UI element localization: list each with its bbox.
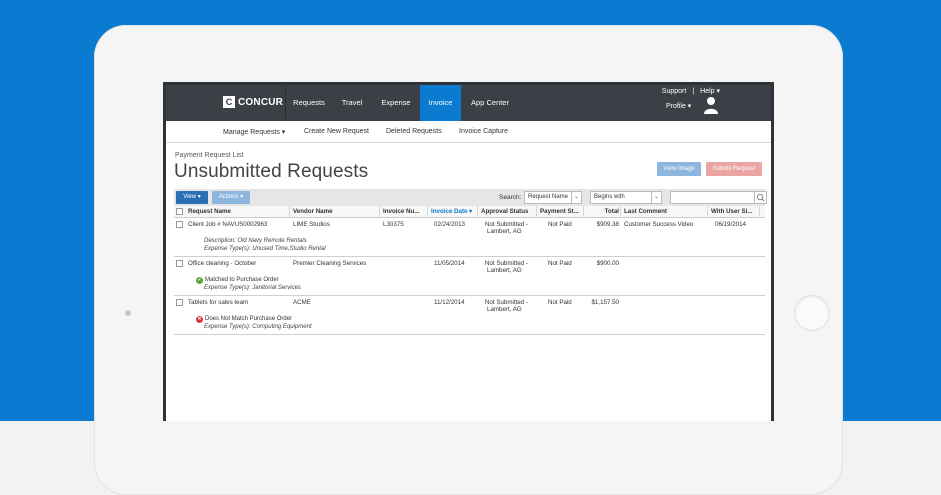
cell-payment-status: Not Paid — [548, 260, 572, 267]
column-separator — [536, 206, 537, 218]
help-menu[interactable]: Help ▾ — [700, 88, 720, 95]
app-screen: C CONCUR Requests Travel Expense Invoice… — [163, 82, 774, 421]
concur-logo[interactable]: C CONCUR — [223, 96, 283, 108]
top-nav: C CONCUR Requests Travel Expense Invoice… — [166, 85, 771, 121]
column-separator — [759, 206, 760, 218]
col-request-name[interactable]: Request Name — [188, 208, 288, 215]
table-row[interactable]: Tablets for sales team ACME 11/12/2014 N… — [174, 296, 765, 335]
po-match-status: Matched to Purchase Order — [205, 277, 279, 283]
col-with-user-since[interactable]: With User Si... — [711, 208, 759, 215]
col-last-comment[interactable]: Last Comment — [624, 208, 706, 215]
cell-invoice-date: 11/05/2014 — [434, 260, 465, 267]
home-button-icon — [794, 295, 830, 331]
cell-request-name[interactable]: Office cleaning - October — [188, 260, 256, 267]
view-button[interactable]: View ▾ — [176, 191, 208, 204]
column-separator — [583, 206, 584, 218]
subnav-create-new-request[interactable]: Create New Request — [304, 128, 369, 135]
row-expense-types: Expense Type(s): Janitorial Services — [204, 285, 301, 291]
cell-vendor-name: ACME — [293, 299, 311, 306]
match-mode-value: Begins with — [594, 194, 625, 200]
cell-approver: Lambert, AG — [487, 228, 522, 235]
concur-logo-icon: C — [223, 96, 235, 108]
cell-approver: Lambert, AG — [487, 306, 522, 313]
table-row[interactable]: Client Job # NAVUS0002963 LIME Studios L… — [174, 218, 765, 257]
col-invoice-date[interactable]: Invoice Date ▾ — [431, 208, 476, 215]
col-invoice-number[interactable]: Invoice Nu... — [383, 208, 425, 215]
breadcrumb[interactable]: Payment Request List — [175, 152, 243, 159]
column-separator — [379, 206, 380, 218]
column-separator — [477, 206, 478, 218]
cell-vendor-name: Premier Cleaning Services — [293, 260, 367, 267]
cell-approval-status: Not Submitted - — [485, 299, 528, 306]
cell-invoice-date: 02/24/2013 — [434, 221, 465, 228]
cell-invoice-number: L30375 — [383, 221, 404, 228]
logo-text: CONCUR — [238, 96, 284, 108]
page-title: Unsubmitted Requests — [174, 161, 369, 182]
row-description: Description: Old Navy Remote Rentals — [204, 238, 307, 244]
col-approval-status[interactable]: Approval Status — [481, 208, 536, 215]
col-vendor-name[interactable]: Vendor Name — [293, 208, 377, 215]
cell-request-name[interactable]: Client Job # NAVUS0002963 — [188, 221, 267, 228]
po-match-status: Does Not Match Purchase Order — [205, 316, 293, 322]
cell-total: $909.38 — [596, 221, 619, 228]
cell-total: $900.00 — [596, 260, 619, 267]
sub-nav: Manage Requests ▾ Create New Request Del… — [166, 121, 771, 143]
nav-expense[interactable]: Expense — [372, 85, 420, 121]
camera-icon — [125, 310, 131, 316]
error-x-icon: ✕ — [196, 316, 203, 323]
row-checkbox[interactable] — [176, 299, 183, 306]
user-avatar-icon[interactable] — [703, 96, 719, 114]
cell-approval-status: Not Submitted - — [485, 260, 528, 267]
cell-payment-status: Not Paid — [548, 221, 572, 228]
actions-button[interactable]: Actions ▾ — [212, 191, 250, 204]
check-icon: ✓ — [196, 277, 203, 284]
cell-vendor-name: LIME Studios — [293, 221, 330, 228]
column-separator — [707, 206, 708, 218]
chevron-down-icon: ⌄ — [651, 192, 661, 203]
search-field-select[interactable]: Request Name ⌄ — [524, 191, 582, 204]
subnav-manage-requests[interactable]: Manage Requests ▾ — [223, 128, 285, 136]
cell-request-name[interactable]: Tablets for sales team — [188, 299, 248, 306]
select-all-checkbox[interactable] — [176, 208, 183, 215]
top-links: Support | Help ▾ — [659, 87, 723, 95]
profile-menu[interactable]: Profile ▾ — [666, 102, 691, 110]
top-links-separator: | — [692, 88, 695, 95]
table-header: Request Name Vendor Name Invoice Nu... I… — [174, 206, 765, 218]
match-mode-select[interactable]: Begins with ⌄ — [590, 191, 662, 204]
row-checkbox[interactable] — [176, 221, 183, 228]
cell-last-comment: Customer Success Video — [624, 221, 694, 228]
subnav-invoice-capture[interactable]: Invoice Capture — [459, 128, 508, 135]
col-total[interactable]: Total — [587, 208, 619, 215]
col-payment-status[interactable]: Payment St... — [540, 208, 582, 215]
search-icon[interactable] — [754, 192, 766, 203]
support-link[interactable]: Support — [662, 88, 687, 95]
chevron-down-icon: ⌄ — [571, 192, 581, 203]
submit-request-button[interactable]: Submit Request — [706, 162, 762, 176]
search-input[interactable] — [670, 191, 767, 204]
table-row[interactable]: Office cleaning - October Premier Cleani… — [174, 257, 765, 296]
row-expense-types: Expense Type(s): Computing Equipment — [204, 324, 312, 330]
row-checkbox[interactable] — [176, 260, 183, 267]
cell-total: $1,157.50 — [591, 299, 619, 306]
column-separator — [620, 206, 621, 218]
search-field-value: Request Name — [528, 194, 569, 200]
search-label: Search: — [499, 194, 522, 201]
list-toolbar: View ▾ Actions ▾ Search: Request Name ⌄ … — [174, 189, 767, 206]
subnav-deleted-requests[interactable]: Deleted Requests — [386, 128, 442, 135]
nav-app-center[interactable]: App Center — [461, 85, 519, 121]
cell-approval-status: Not Submitted - — [485, 221, 528, 228]
nav-travel[interactable]: Travel — [332, 85, 372, 121]
cell-with-user-since: 06/19/2014 — [715, 221, 746, 228]
nav-requests[interactable]: Requests — [286, 85, 332, 121]
row-expense-types: Expense Type(s): Unused Time,Studio Rent… — [204, 246, 326, 252]
cell-invoice-date: 11/12/2014 — [434, 299, 465, 306]
cell-approver: Lambert, AG — [487, 267, 522, 274]
column-separator — [289, 206, 290, 218]
requests-table: Request Name Vendor Name Invoice Nu... I… — [174, 206, 765, 335]
view-image-button[interactable]: View Image — [657, 162, 701, 176]
nav-invoice[interactable]: Invoice — [420, 85, 461, 121]
cell-payment-status: Not Paid — [548, 299, 572, 306]
column-separator — [427, 206, 428, 218]
